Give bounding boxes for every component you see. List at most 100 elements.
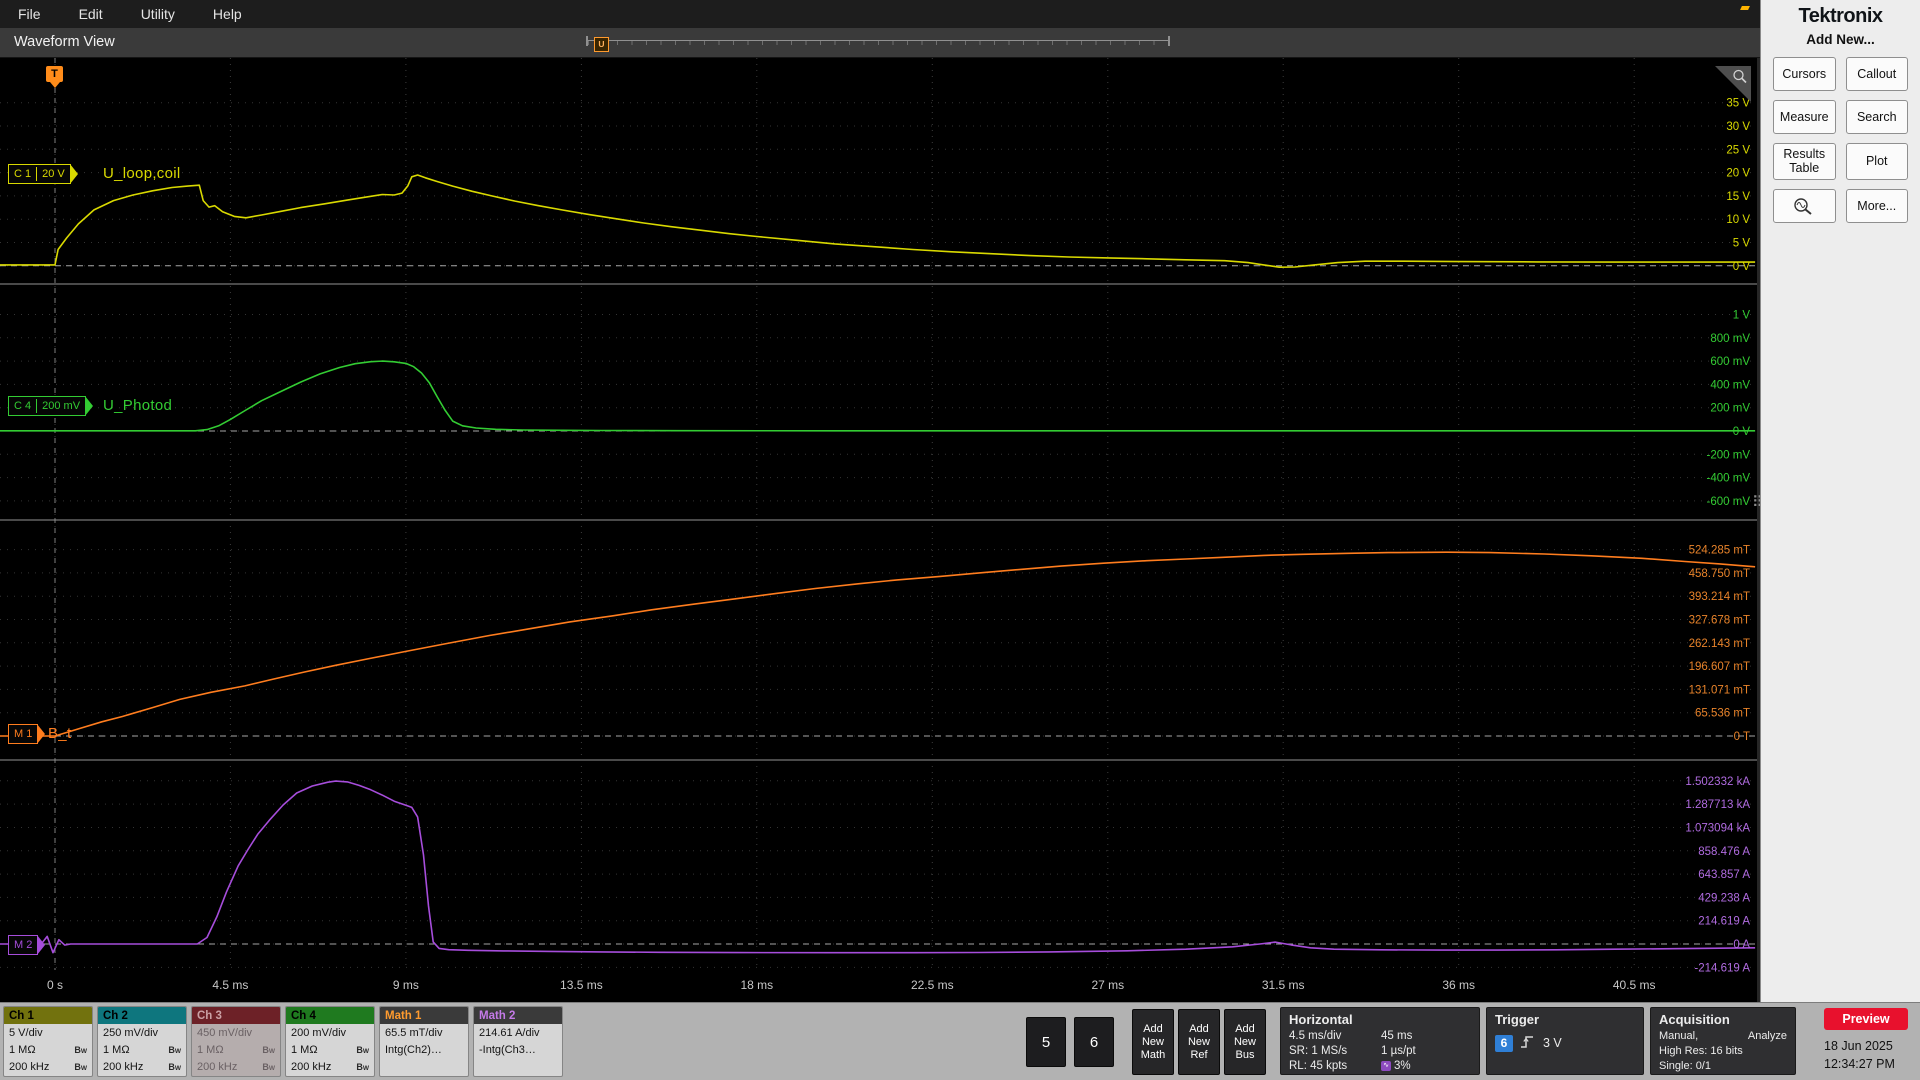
- badge-ch-2[interactable]: Ch 2 250 mV/div 1 MΩ BW 200 kHz BW: [97, 1006, 187, 1077]
- add-new-heading: Add New...: [1806, 32, 1875, 47]
- badge-header: Ch 1: [4, 1007, 92, 1024]
- add-new-math-button[interactable]: Add New Math: [1132, 1009, 1174, 1075]
- channel-badges: Ch 1 5 V/div 1 MΩ BW 200 kHz BW Ch 2 250 mV/div…: [3, 1006, 563, 1077]
- acquisition-mode: Manual,: [1659, 1029, 1699, 1042]
- y-tick-label: 1.287713 kA: [1685, 799, 1750, 811]
- y-tick-label: 0 V: [1733, 426, 1751, 438]
- badge-value: 1 MΩ: [103, 1043, 130, 1056]
- trace-m-1[interactable]: [0, 551, 1756, 737]
- horizontal-right-value: 1 µs/pt: [1381, 1044, 1416, 1057]
- badge-value: 200 kHz: [197, 1060, 238, 1073]
- date-label: 18 Jun 2025: [1824, 1039, 1893, 1053]
- button-measure[interactable]: Measure: [1773, 100, 1836, 134]
- badge-ch-4[interactable]: Ch 4 200 mV/div 1 MΩ BW 200 kHz BW: [285, 1006, 375, 1077]
- zoom-waveform-icon: [1794, 198, 1812, 215]
- horizontal-left-value: RL: 45 kpts: [1289, 1059, 1348, 1072]
- button-plot[interactable]: Plot: [1845, 143, 1908, 180]
- button-results-table[interactable]: Results Table: [1773, 143, 1836, 180]
- magnifier-icon: [1733, 69, 1747, 84]
- horizontal-row: 4.5 ms/div 45 ms: [1289, 1028, 1471, 1043]
- trigger-source-badge[interactable]: 6: [1495, 1034, 1513, 1052]
- toolbar-buttons: Cursors Callout Measure Search Results Table…: [1773, 57, 1908, 223]
- x-tick-label: 18 ms: [740, 978, 773, 992]
- x-tick-label: 40.5 ms: [1613, 978, 1656, 992]
- x-tick-label: 22.5 ms: [911, 978, 954, 992]
- acquisition-title: Acquisition: [1659, 1012, 1730, 1027]
- horizontal-title: Horizontal: [1289, 1012, 1353, 1027]
- add-new-ref-button[interactable]: Add New Ref: [1178, 1009, 1220, 1075]
- badge-value: 1 MΩ: [291, 1043, 318, 1056]
- badge-value: 250 mV/div: [103, 1026, 159, 1039]
- y-tick-label: -400 mV: [1707, 473, 1751, 485]
- badge-value: -Intg(Ch3…: [479, 1043, 536, 1056]
- y-tick-label: -200 mV: [1707, 449, 1751, 461]
- x-tick-label: 0 s: [47, 978, 63, 992]
- y-tick-label: 0 T: [1734, 731, 1750, 743]
- tektronix-logo: Tektronix: [1740, 5, 1920, 28]
- y-tick-label: -600 mV: [1707, 496, 1751, 508]
- badge-value: 200 kHz: [9, 1060, 50, 1073]
- zoom-waveform-icon[interactable]: [1773, 188, 1836, 223]
- trace-m-2[interactable]: [0, 780, 1756, 954]
- y-tick-label: 400 mV: [1710, 379, 1750, 391]
- acquisition-overview-ruler[interactable]: U: [586, 36, 1170, 53]
- slot-button-6[interactable]: 6: [1074, 1017, 1114, 1067]
- bandwidth-limit-icon: BW: [356, 1061, 369, 1072]
- button-cursors[interactable]: Cursors: [1773, 57, 1836, 91]
- waveform-plot-area[interactable]: 35 V 30 V 25 V 20 V 15 V 10 V5 V0 V1 V 800 mV 6…: [0, 58, 1757, 1002]
- trace-c-4[interactable]: [0, 360, 1756, 432]
- badge-header: Math 1: [380, 1007, 468, 1024]
- badge-row: 200 kHz BW: [286, 1058, 374, 1075]
- badge-header: Ch 3: [192, 1007, 280, 1024]
- y-tick-label: 327.678 mT: [1689, 615, 1750, 627]
- badge-value: 200 kHz: [103, 1060, 144, 1073]
- badge-ch-3[interactable]: Ch 3 450 mV/div 1 MΩ BW 200 kHz BW: [191, 1006, 281, 1077]
- acquisition-resolution: High Res: 16 bits: [1659, 1044, 1743, 1057]
- menu-bar: File Edit Utility Help: [0, 0, 1760, 28]
- trigger-settings: 6 3 V: [1495, 1034, 1635, 1052]
- y-tick-label: 429.238 A: [1698, 892, 1750, 904]
- button-callout[interactable]: Callout: [1845, 57, 1908, 91]
- trace-c-1[interactable]: [0, 174, 1756, 268]
- trigger-panel[interactable]: Trigger 6 3 V: [1486, 1007, 1644, 1075]
- horizontal-panel[interactable]: Horizontal 4.5 ms/div 45 ms SR: 1 MS/s 1 µs…: [1280, 1007, 1480, 1075]
- slot-button-5[interactable]: 5: [1026, 1017, 1066, 1067]
- waveform-canvas[interactable]: 35 V30 V25 V20 V15 V10 V5 V0 V1 V800 mV6…: [0, 58, 1757, 1002]
- badge-math-2[interactable]: Math 2 214.61 A/div -Intg(Ch3…: [473, 1006, 563, 1077]
- badge-math-1[interactable]: Math 1 65.5 mT/div Intg(Ch2)…: [379, 1006, 469, 1077]
- waveform-view-header: Waveform View U: [0, 28, 1760, 58]
- badge-header: Ch 2: [98, 1007, 186, 1024]
- button-search[interactable]: Search: [1845, 100, 1908, 134]
- y-tick-label: 15 V: [1726, 191, 1750, 203]
- y-tick-label: 600 mV: [1710, 356, 1750, 368]
- add-new-bus-button[interactable]: Add New Bus: [1224, 1009, 1266, 1075]
- horizontal-rows: 4.5 ms/div 45 ms SR: 1 MS/s 1 µs/pt RL: 45 k…: [1289, 1028, 1471, 1073]
- badge-row: 200 kHz BW: [4, 1058, 92, 1075]
- badge-row: 1 MΩ BW: [286, 1041, 374, 1058]
- rising-edge-icon: [1520, 1034, 1536, 1052]
- bandwidth-limit-icon: BW: [356, 1044, 369, 1055]
- menu-item-edit[interactable]: Edit: [79, 6, 103, 22]
- ruler-trigger-marker[interactable]: U: [594, 37, 609, 52]
- button-more[interactable]: More...: [1845, 188, 1908, 223]
- badge-row: 200 kHz BW: [192, 1058, 280, 1075]
- menu-item-utility[interactable]: Utility: [141, 6, 175, 22]
- x-tick-label: 13.5 ms: [560, 978, 603, 992]
- badge-row: 1 MΩ BW: [98, 1041, 186, 1058]
- y-tick-label: 131.071 mT: [1689, 684, 1750, 696]
- badge-row: 5 V/div: [4, 1024, 92, 1041]
- badge-value: 5 V/div: [9, 1026, 43, 1039]
- badge-ch-1[interactable]: Ch 1 5 V/div 1 MΩ BW 200 kHz BW: [3, 1006, 93, 1077]
- preview-button[interactable]: Preview: [1824, 1008, 1908, 1030]
- status-bar: Ch 1 5 V/div 1 MΩ BW 200 kHz BW Ch 2 250 mV/div…: [0, 1002, 1920, 1080]
- acquisition-analyze[interactable]: Analyze: [1748, 1030, 1787, 1042]
- trigger-position-flag[interactable]: T: [46, 66, 63, 88]
- badge-value: 1 MΩ: [9, 1043, 36, 1056]
- menu-item-file[interactable]: File: [18, 6, 41, 22]
- badge-header: Math 2: [474, 1007, 562, 1024]
- y-tick-label: 1.073094 kA: [1685, 823, 1750, 835]
- acquisition-panel[interactable]: Acquisition Manual, Analyze High Res: 16…: [1650, 1007, 1796, 1075]
- menu-item-help[interactable]: Help: [213, 6, 242, 22]
- y-tick-label: 65.536 mT: [1695, 708, 1750, 720]
- y-tick-label: 200 mV: [1710, 403, 1750, 415]
